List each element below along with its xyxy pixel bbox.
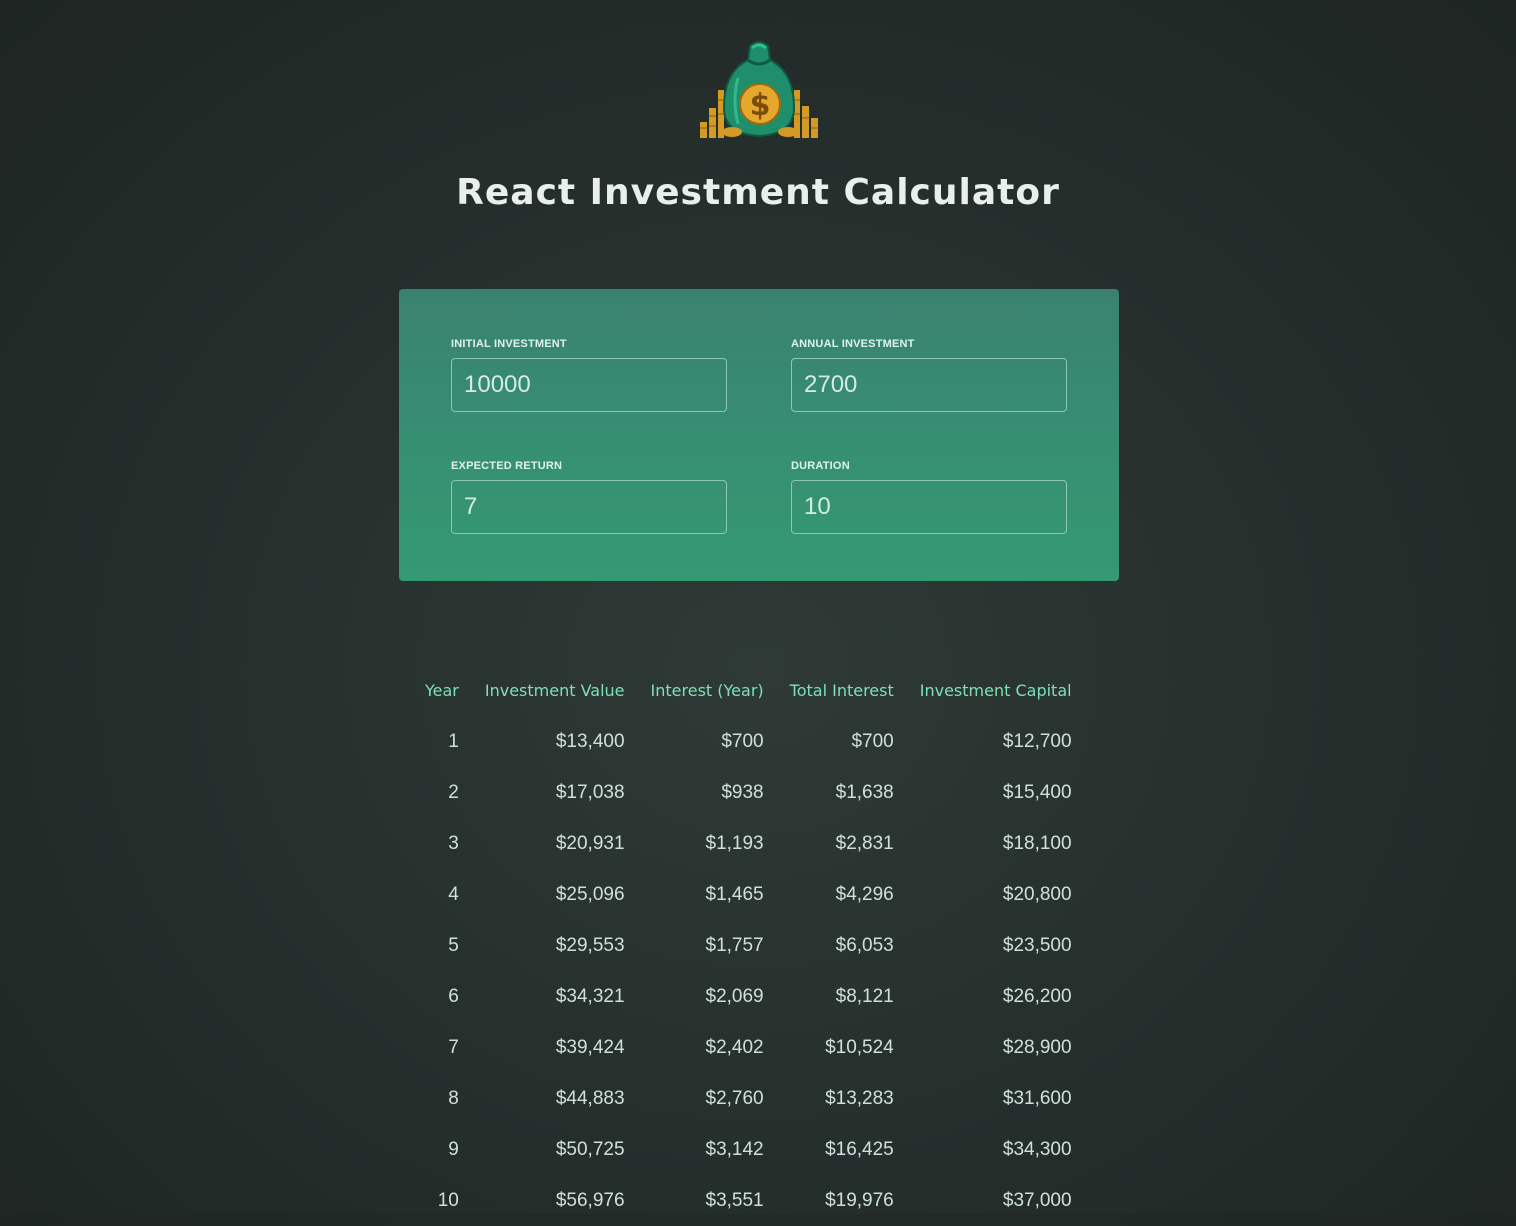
duration-label: DURATION xyxy=(791,460,850,472)
investment-capital-cell: $20,800 xyxy=(1002,883,1072,905)
interest-year-cell: $938 xyxy=(721,781,764,803)
interest-year-cell: $2,069 xyxy=(705,985,764,1007)
interest-year-cell: $3,142 xyxy=(705,1138,764,1160)
investment-capital-cell: $18,100 xyxy=(1002,832,1072,854)
interest-year-cell: $700 xyxy=(721,730,764,752)
investment-value-cell: $34,321 xyxy=(555,985,625,1007)
table-row: 10 $56,976 $3,551 $19,976 $37,000 xyxy=(412,1175,1085,1226)
investment-value-cell: $20,931 xyxy=(555,832,625,854)
money-bag-logo: $ xyxy=(700,41,818,138)
investment-value-cell: $50,725 xyxy=(555,1138,625,1160)
investment-capital-cell: $28,900 xyxy=(1002,1036,1072,1058)
table-row: 9 $50,725 $3,142 $16,425 $34,300 xyxy=(412,1124,1085,1175)
year-cell: 10 xyxy=(437,1189,459,1211)
annual-investment-group: ANNUAL INVESTMENT xyxy=(791,336,1067,412)
year-cell: 4 xyxy=(448,883,459,905)
investment-capital-cell: $23,500 xyxy=(1002,934,1072,956)
investment-value-cell: $29,553 xyxy=(555,934,625,956)
year-cell: 9 xyxy=(448,1138,459,1160)
header-row: Year Investment Value Interest (Year) To… xyxy=(412,664,1085,716)
table-row: 1 $13,400 $700 $700 $12,700 xyxy=(412,716,1085,767)
page-title: React Investment Calculator xyxy=(456,172,1060,213)
expected-return-group: EXPECTED RETURN xyxy=(451,458,727,534)
total-interest-cell: $10,524 xyxy=(825,1036,894,1058)
year-cell: 7 xyxy=(448,1036,459,1058)
investment-value-cell: $39,424 xyxy=(555,1036,625,1058)
investment-capital-cell: $26,200 xyxy=(1002,985,1072,1007)
expected-return-label: EXPECTED RETURN xyxy=(451,460,563,472)
column-header-year: Year xyxy=(425,680,459,700)
investment-value-cell: $44,883 xyxy=(555,1087,625,1109)
investment-value-cell: $13,400 xyxy=(555,730,625,752)
column-header-investment-value: Investment Value xyxy=(484,680,625,700)
results-table-body: 1 $13,400 $700 $700 $12,700 2 $17,038 $938 $1,63… xyxy=(412,716,1085,1226)
total-interest-cell: $700 xyxy=(851,730,894,752)
interest-year-cell: $3,551 xyxy=(705,1189,764,1211)
table-row: 2 $17,038 $938 $1,638 $15,400 xyxy=(412,767,1085,818)
year-cell: 6 xyxy=(448,985,459,1007)
total-interest-cell: $19,976 xyxy=(825,1189,894,1211)
year-cell: 5 xyxy=(448,934,459,956)
year-cell: 3 xyxy=(448,832,459,854)
table-row: 8 $44,883 $2,760 $13,283 $31,600 xyxy=(412,1073,1085,1124)
table-row: 3 $20,931 $1,193 $2,831 $18,100 xyxy=(412,818,1085,869)
initial-investment-label: INITIAL INVESTMENT xyxy=(451,338,567,350)
year-cell: 8 xyxy=(448,1087,459,1109)
interest-year-cell: $1,757 xyxy=(705,934,764,956)
total-interest-cell: $1,638 xyxy=(835,781,894,803)
results-table: Year Investment Value Interest (Year) To… xyxy=(412,664,1085,1226)
year-cell: 2 xyxy=(448,781,459,803)
total-interest-cell: $2,831 xyxy=(835,832,894,854)
table-row: 7 $39,424 $2,402 $10,524 $28,900 xyxy=(412,1022,1085,1073)
interest-year-cell: $2,760 xyxy=(705,1087,764,1109)
investment-capital-cell: $31,600 xyxy=(1002,1087,1072,1109)
interest-year-cell: $2,402 xyxy=(705,1036,764,1058)
investment-capital-cell: $37,000 xyxy=(1002,1189,1072,1211)
year-cell: 1 xyxy=(448,730,459,752)
user-input-panel: INITIAL INVESTMENT ANNUAL INVESTMENT EXP… xyxy=(399,289,1119,581)
investment-value-cell: $25,096 xyxy=(555,883,625,905)
initial-investment-group: INITIAL INVESTMENT xyxy=(451,336,727,412)
svg-text:$: $ xyxy=(750,88,771,123)
investment-capital-cell: $12,700 xyxy=(1002,730,1072,752)
investment-capital-cell: $34,300 xyxy=(1002,1138,1072,1160)
results-table-header: Year Investment Value Interest (Year) To… xyxy=(412,664,1085,716)
interest-year-cell: $1,193 xyxy=(705,832,764,854)
column-header-total-interest: Total Interest xyxy=(789,680,894,700)
interest-year-cell: $1,465 xyxy=(705,883,764,905)
investment-capital-cell: $15,400 xyxy=(1002,781,1072,803)
table-row: 6 $34,321 $2,069 $8,121 $26,200 xyxy=(412,971,1085,1022)
total-interest-cell: $4,296 xyxy=(835,883,894,905)
column-header-investment-capital: Investment Capital xyxy=(919,680,1072,700)
total-interest-cell: $8,121 xyxy=(835,985,894,1007)
annual-investment-label: ANNUAL INVESTMENT xyxy=(791,338,915,350)
investment-value-cell: $17,038 xyxy=(555,781,625,803)
total-interest-cell: $6,053 xyxy=(835,934,894,956)
table-row: 4 $25,096 $1,465 $4,296 $20,800 xyxy=(412,869,1085,920)
expected-return-input[interactable] xyxy=(451,480,727,534)
column-header-interest-year: Interest (Year) xyxy=(650,680,764,700)
duration-input[interactable] xyxy=(791,480,1067,534)
total-interest-cell: $13,283 xyxy=(825,1087,894,1109)
investment-value-cell: $56,976 xyxy=(555,1189,625,1211)
initial-investment-input[interactable] xyxy=(451,358,727,412)
table-row: 5 $29,553 $1,757 $6,053 $23,500 xyxy=(412,920,1085,971)
total-interest-cell: $16,425 xyxy=(825,1138,894,1160)
duration-group: DURATION xyxy=(791,458,1067,534)
annual-investment-input[interactable] xyxy=(791,358,1067,412)
